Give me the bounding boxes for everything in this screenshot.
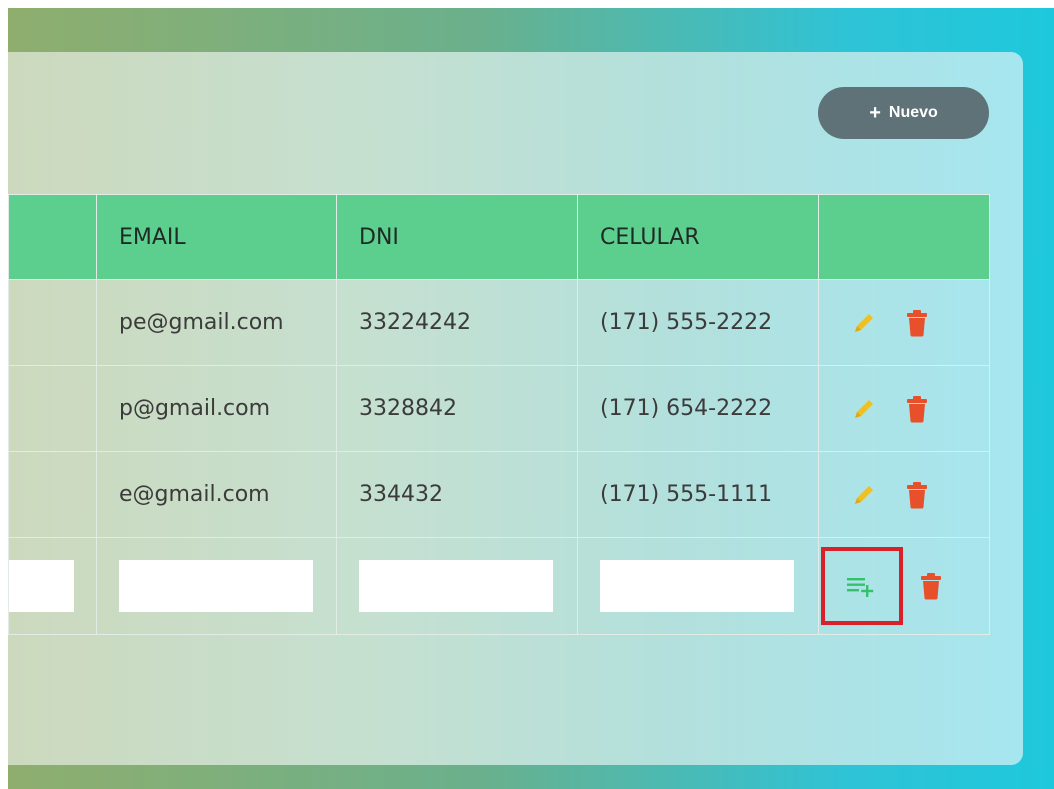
playlist-add-icon bbox=[845, 574, 879, 598]
cell-email: e@gmail.com bbox=[96, 451, 337, 538]
cell-actions bbox=[818, 365, 990, 452]
cell-hidden bbox=[8, 365, 97, 452]
cell-dni: 334432 bbox=[336, 451, 578, 538]
table-row: pe@gmail.com 33224242 (171) 555-2222 bbox=[8, 279, 990, 366]
table-header-row: EMAIL DNI CELULAR bbox=[8, 194, 990, 280]
cell-actions bbox=[818, 279, 990, 366]
save-row-button[interactable] bbox=[821, 547, 903, 625]
column-header-dni: DNI bbox=[336, 194, 578, 280]
pencil-icon[interactable] bbox=[849, 308, 879, 338]
cell-actions bbox=[818, 537, 990, 635]
data-table-wrapper: EMAIL DNI CELULAR pe@gmail.com 33224242 … bbox=[8, 194, 990, 635]
cell-celular: (171) 555-1111 bbox=[577, 451, 819, 538]
table-row: p@gmail.com 3328842 (171) 654-2222 bbox=[8, 365, 990, 452]
cell-hidden bbox=[8, 279, 97, 366]
table-row: e@gmail.com 334432 (171) 555-1111 bbox=[8, 451, 990, 538]
column-header-celular: CELULAR bbox=[577, 194, 819, 280]
pencil-icon[interactable] bbox=[849, 480, 879, 510]
email-input[interactable] bbox=[119, 560, 313, 612]
cell-dni: 33224242 bbox=[336, 279, 578, 366]
cell-hidden-input bbox=[8, 537, 97, 635]
column-header-email: EMAIL bbox=[96, 194, 337, 280]
cell-dni-input bbox=[336, 537, 578, 635]
data-table: EMAIL DNI CELULAR pe@gmail.com 33224242 … bbox=[8, 194, 990, 635]
new-button[interactable]: + Nuevo bbox=[818, 87, 989, 139]
plus-icon: + bbox=[869, 102, 881, 124]
cell-dni: 3328842 bbox=[336, 365, 578, 452]
cell-celular: (171) 654-2222 bbox=[577, 365, 819, 452]
cell-hidden bbox=[8, 451, 97, 538]
dni-input[interactable] bbox=[359, 560, 553, 612]
cell-email: pe@gmail.com bbox=[96, 279, 337, 366]
trash-icon[interactable] bbox=[919, 571, 943, 601]
pencil-icon[interactable] bbox=[849, 394, 879, 424]
trash-icon[interactable] bbox=[905, 394, 929, 424]
trash-icon[interactable] bbox=[905, 480, 929, 510]
cell-celular: (171) 555-2222 bbox=[577, 279, 819, 366]
cell-email-input bbox=[96, 537, 337, 635]
cell-actions bbox=[818, 451, 990, 538]
cell-celular-input bbox=[577, 537, 819, 635]
hidden-column-input[interactable] bbox=[8, 560, 74, 612]
cell-email: p@gmail.com bbox=[96, 365, 337, 452]
new-button-label: Nuevo bbox=[888, 104, 938, 121]
celular-input[interactable] bbox=[600, 560, 794, 612]
column-header-actions bbox=[818, 194, 990, 280]
new-entry-row bbox=[8, 537, 990, 635]
column-header-hidden bbox=[8, 194, 97, 280]
trash-icon[interactable] bbox=[905, 308, 929, 338]
